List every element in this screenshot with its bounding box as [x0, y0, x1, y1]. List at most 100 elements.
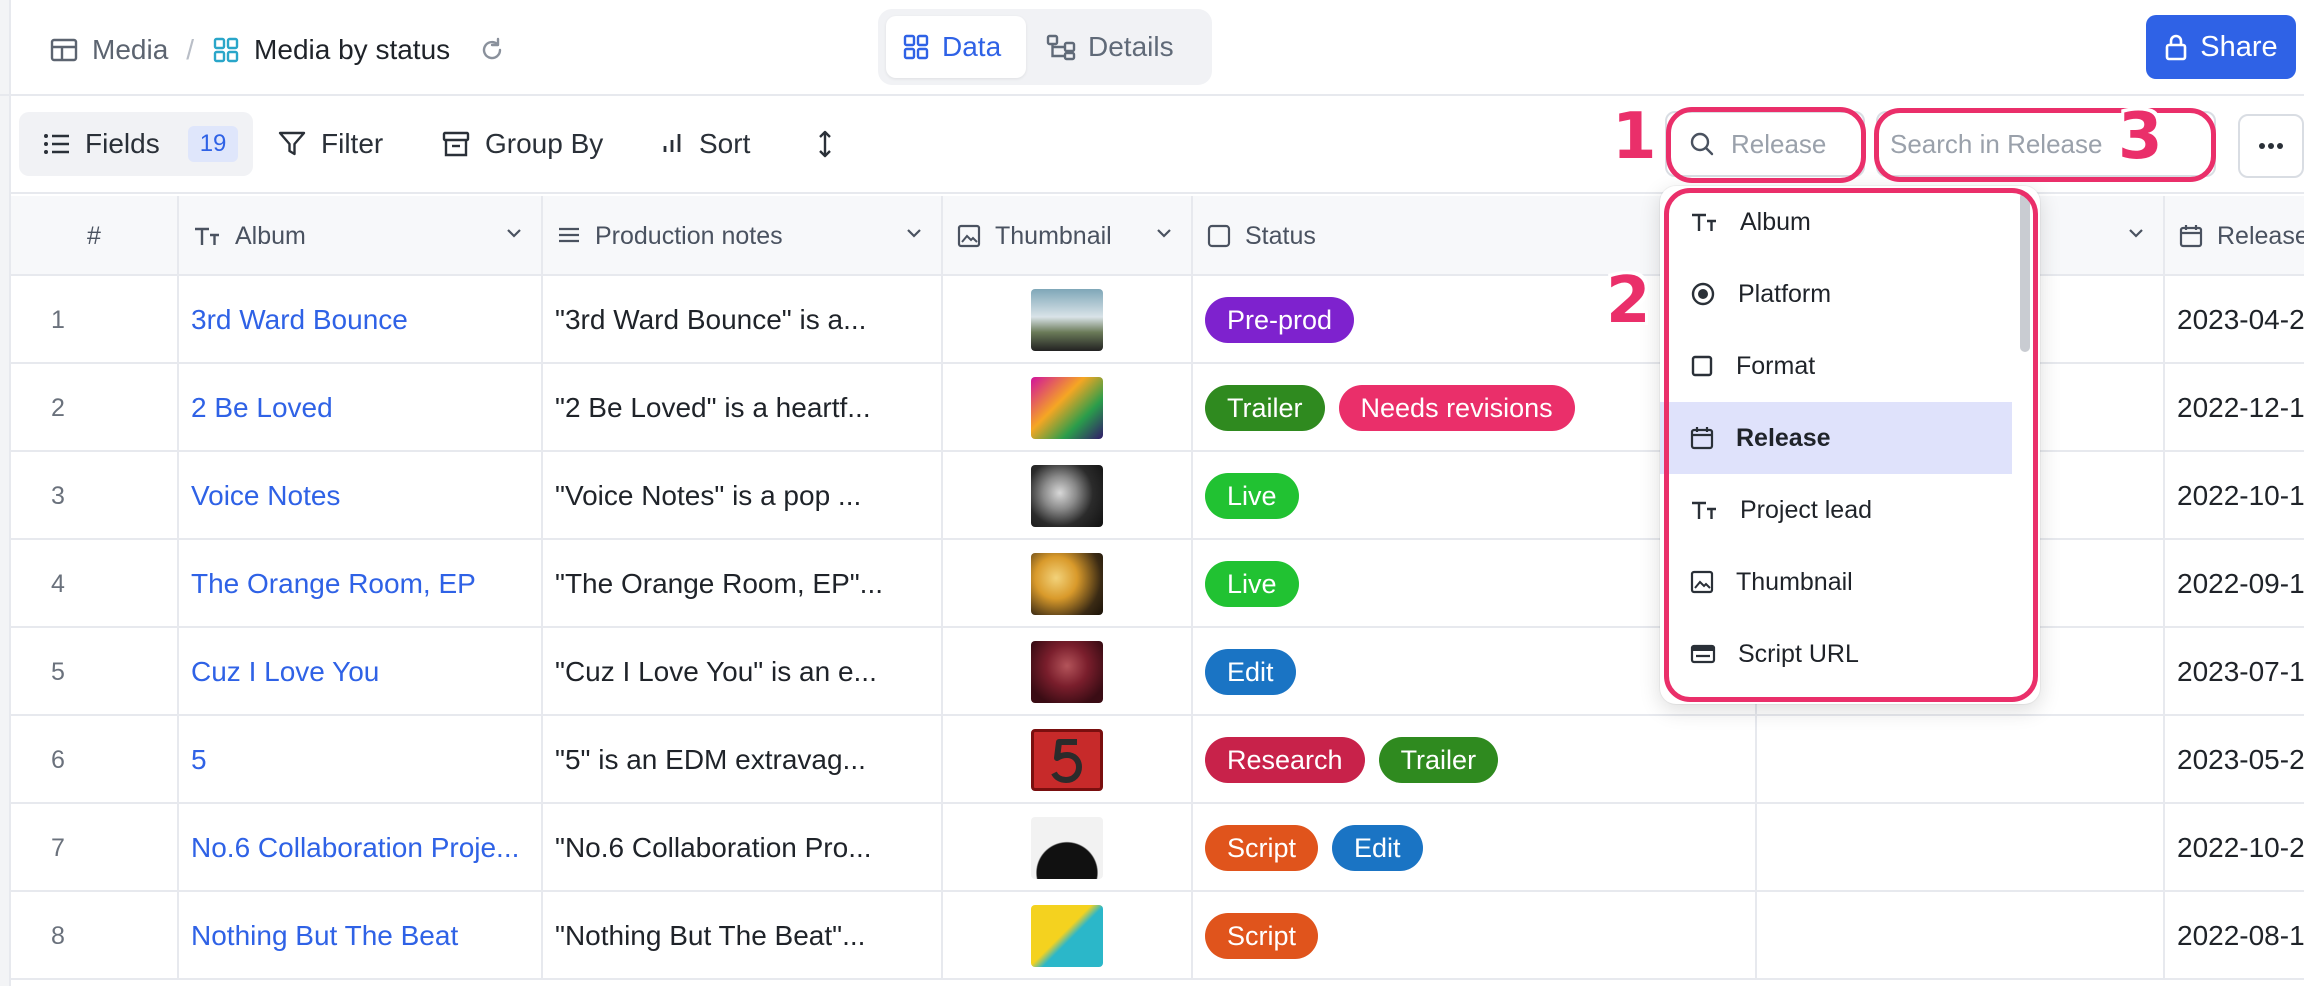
annotation-box-2 — [1664, 188, 2038, 702]
column-header-production-notes[interactable]: Production notes — [543, 196, 943, 276]
release-date-cell[interactable]: 2022-09-18 — [2165, 540, 2304, 628]
album-cover-thumbnail[interactable] — [1031, 905, 1103, 967]
refresh-icon[interactable] — [478, 36, 506, 64]
status-cell[interactable]: Script Edit — [1193, 804, 1757, 892]
column-header-thumbnail[interactable]: Thumbnail — [943, 196, 1193, 276]
sort-label: Sort — [699, 128, 751, 159]
hidden-column-cell[interactable] — [1757, 892, 2165, 980]
release-date-cell[interactable]: 2022-10-23 — [2165, 804, 2304, 892]
group-by-button[interactable]: Group By — [441, 112, 603, 176]
row-height-button[interactable] — [815, 112, 835, 176]
release-date-cell[interactable]: 2022-12-14 — [2165, 364, 2304, 452]
row-number: 1 — [11, 276, 179, 364]
album-link[interactable]: Nothing But The Beat — [179, 892, 543, 980]
release-date-cell[interactable]: 2022-10-17 — [2165, 452, 2304, 540]
breadcrumb-root[interactable]: Media — [92, 34, 168, 66]
production-notes-cell[interactable]: "3rd Ward Bounce" is a... — [543, 276, 943, 364]
grid-icon — [902, 33, 930, 61]
production-notes-cell[interactable]: "Nothing But The Beat"... — [543, 892, 943, 980]
row-number: 6 — [11, 716, 179, 804]
image-icon — [957, 224, 981, 248]
table-icon — [50, 36, 78, 64]
hidden-column-cell[interactable] — [1757, 804, 2165, 892]
chevron-down-icon[interactable] — [505, 224, 523, 242]
status-tag: Trailer — [1378, 737, 1499, 783]
left-edge-strip — [0, 0, 11, 986]
grid-view-icon — [212, 36, 240, 64]
column-header-number[interactable]: # — [11, 196, 179, 276]
thumbnail-cell[interactable] — [943, 804, 1193, 892]
production-notes-cell[interactable]: "Voice Notes" is a pop ... — [543, 452, 943, 540]
column-header-album[interactable]: Album — [179, 196, 543, 276]
thumbnail-cell[interactable] — [943, 364, 1193, 452]
album-link[interactable]: 3rd Ward Bounce — [179, 276, 543, 364]
production-notes-cell[interactable]: "Cuz I Love You" is an e... — [543, 628, 943, 716]
release-date-cell[interactable]: 2023-04-2 — [2165, 276, 2304, 364]
tab-data[interactable]: Data — [886, 16, 1026, 78]
table-row[interactable]: 8 Nothing But The Beat "Nothing But The … — [11, 892, 2304, 980]
page-title: Media by status — [254, 34, 451, 65]
row-number: 3 — [11, 452, 179, 540]
filter-button[interactable]: Filter — [277, 112, 383, 176]
column-header-release[interactable]: Release — [2165, 196, 2304, 276]
top-bar: Media / Media by status Data Details Sha… — [0, 0, 2304, 96]
status-cell[interactable]: Research Trailer — [1193, 716, 1757, 804]
album-link[interactable]: Voice Notes — [179, 452, 543, 540]
release-date-cell[interactable]: 2023-05-2 — [2165, 716, 2304, 804]
production-notes-cell[interactable]: "No.6 Collaboration Pro... — [543, 804, 943, 892]
status-cell[interactable]: Script — [1193, 892, 1757, 980]
column-album-label: Album — [235, 221, 306, 250]
album-link[interactable]: The Orange Room, EP — [179, 540, 543, 628]
release-date-cell[interactable]: 2023-07-13 — [2165, 628, 2304, 716]
album-cover-thumbnail[interactable] — [1031, 641, 1103, 703]
status-tag: Edit — [1332, 825, 1423, 871]
chevron-down-icon[interactable] — [905, 224, 923, 242]
fields-count-badge: 19 — [187, 126, 239, 162]
production-notes-cell[interactable]: "5" is an EDM extravag... — [543, 716, 943, 804]
album-link[interactable]: Cuz I Love You — [179, 628, 543, 716]
album-cover-thumbnail[interactable] — [1031, 465, 1103, 527]
long-text-icon — [557, 225, 581, 247]
breadcrumb: Media / Media by status — [50, 28, 506, 72]
table-row[interactable]: 7 No.6 Collaboration Proje... "No.6 Coll… — [11, 804, 2304, 892]
album-cover-thumbnail[interactable] — [1031, 817, 1103, 879]
production-notes-cell[interactable]: "2 Be Loved" is a heartf... — [543, 364, 943, 452]
release-date-cell[interactable]: 2022-08-16 — [2165, 892, 2304, 980]
column-status-label: Status — [1245, 221, 1316, 250]
table-row[interactable]: 6 5 "5" is an EDM extravag... Research T… — [11, 716, 2304, 804]
view-switcher: Data Details — [878, 9, 1212, 85]
album-link[interactable]: 2 Be Loved — [179, 364, 543, 452]
status-tag: Needs revisions — [1338, 385, 1575, 431]
status-tag: Script — [1205, 913, 1319, 959]
status-tag: Research — [1205, 737, 1365, 783]
album-link[interactable]: 5 — [179, 716, 543, 804]
album-cover-thumbnail[interactable] — [1031, 377, 1103, 439]
thumbnail-cell[interactable] — [943, 716, 1193, 804]
thumbnail-cell[interactable] — [943, 452, 1193, 540]
album-cover-thumbnail[interactable] — [1031, 729, 1103, 791]
production-notes-cell[interactable]: "The Orange Room, EP"... — [543, 540, 943, 628]
share-button[interactable]: Share — [2146, 15, 2296, 79]
more-options-button[interactable] — [2238, 114, 2304, 178]
chevron-down-icon[interactable] — [1155, 224, 1173, 242]
annotation-number-2: 2 — [1606, 264, 1651, 338]
tab-details[interactable]: Details — [1030, 16, 1200, 78]
annotation-box-3 — [1874, 108, 2216, 182]
album-link[interactable]: No.6 Collaboration Proje... — [179, 804, 543, 892]
fields-label: Fields — [85, 128, 160, 159]
status-tag: Live — [1205, 561, 1299, 607]
breadcrumb-separator: / — [186, 34, 195, 65]
chevron-down-icon[interactable] — [2127, 224, 2145, 242]
thumbnail-cell[interactable] — [943, 540, 1193, 628]
thumbnail-cell[interactable] — [943, 892, 1193, 980]
column-number-label: # — [87, 221, 101, 250]
album-cover-thumbnail[interactable] — [1031, 289, 1103, 351]
number-five-art-icon — [1051, 739, 1082, 783]
sort-button[interactable]: Sort — [661, 112, 750, 176]
hidden-column-cell[interactable] — [1757, 716, 2165, 804]
thumbnail-cell[interactable] — [943, 276, 1193, 364]
annotation-number-3: 3 — [2118, 100, 2163, 174]
album-cover-thumbnail[interactable] — [1031, 553, 1103, 615]
fields-button[interactable]: Fields 19 — [19, 112, 253, 176]
thumbnail-cell[interactable] — [943, 628, 1193, 716]
